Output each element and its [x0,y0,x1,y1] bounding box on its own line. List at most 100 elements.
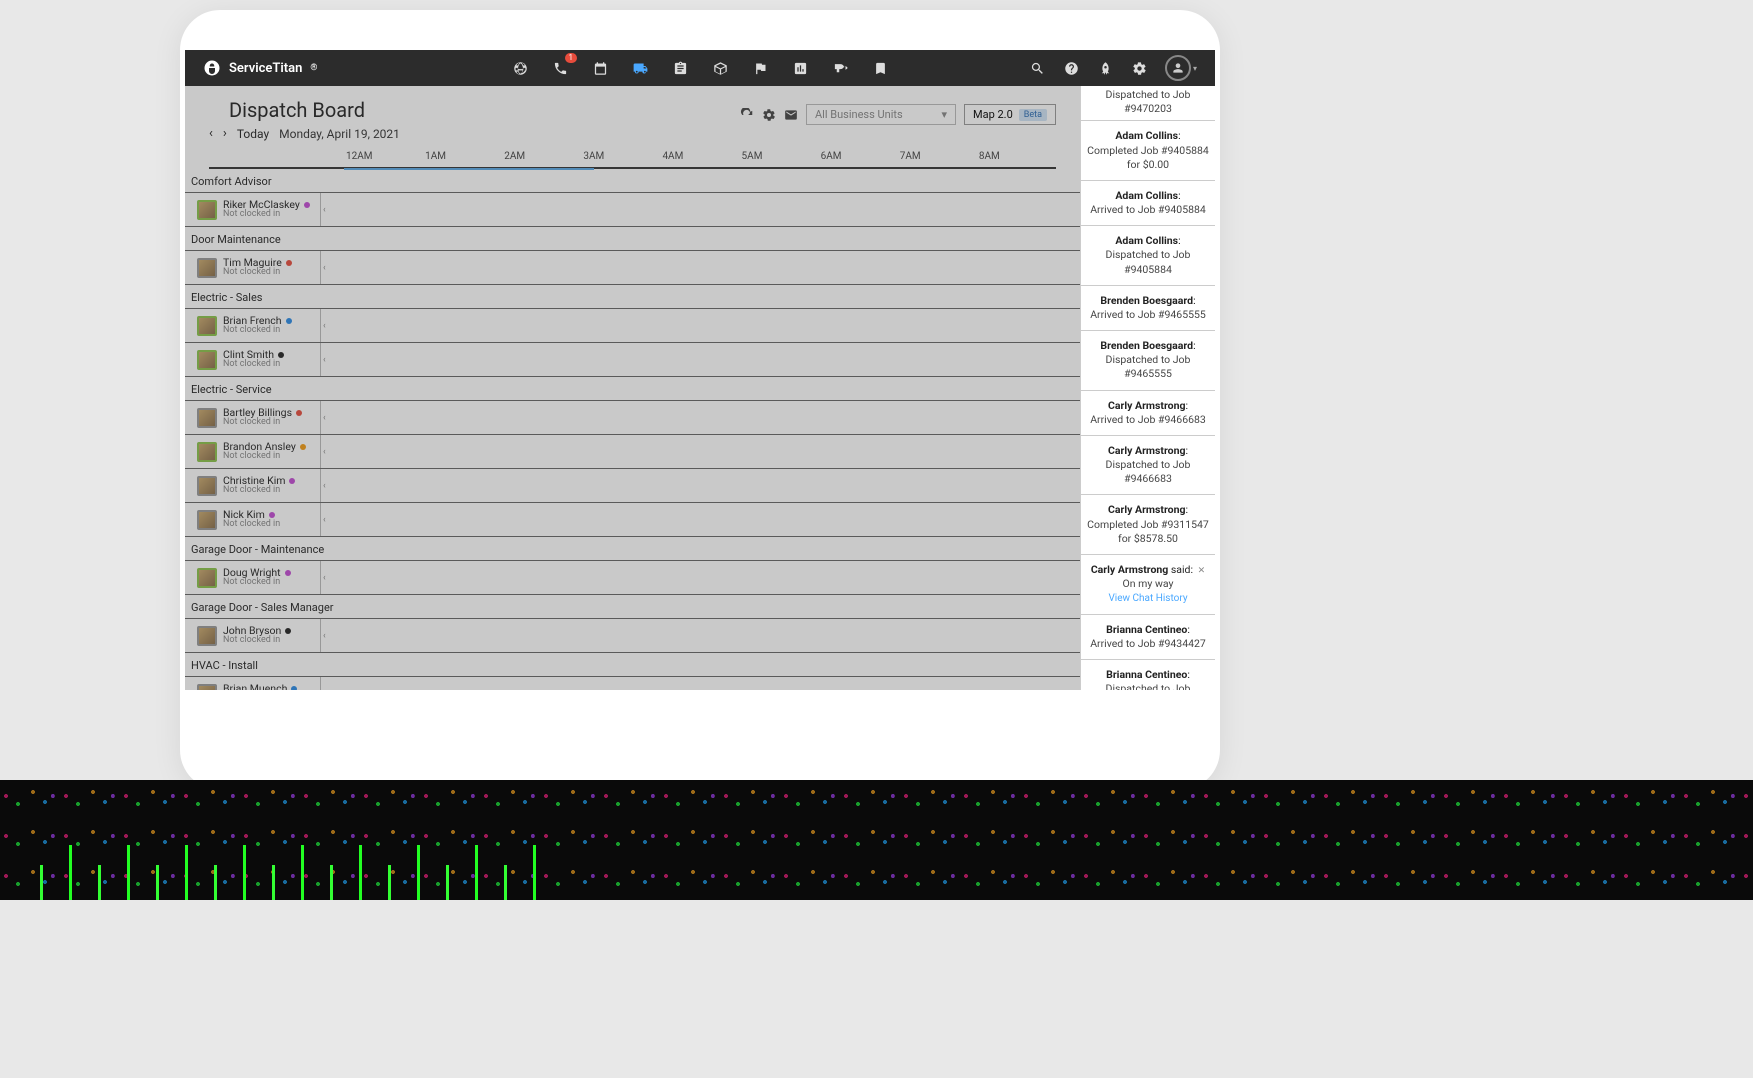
tech-row[interactable]: Christine Kim Not clocked in‹ [185,469,1080,503]
feed-item[interactable]: Carly Armstrong:Dispatched to Job #94666… [1081,436,1215,496]
bookmark-icon[interactable] [871,59,889,77]
feed-item[interactable]: Brianna Centineo:Arrived to Job #9434427 [1081,615,1215,660]
gear-icon[interactable] [1131,59,1149,77]
brand-text: ServiceTitan [229,61,302,76]
map-button[interactable]: Map 2.0 Beta [964,104,1056,125]
group-header[interactable]: Door Maintenance [185,227,1080,251]
help-icon[interactable] [1063,59,1081,77]
tech-photo [197,568,217,588]
app-screen: ServiceTitan® 1 ▾ Dispatch Board ‹ › Tod… [185,50,1215,690]
beta-tag: Beta [1019,109,1047,121]
group-header[interactable]: Electric - Sales [185,285,1080,309]
avatar-button[interactable] [1165,55,1191,81]
group-header[interactable]: Electric - Service [185,377,1080,401]
phone-icon[interactable]: 1 [551,59,569,77]
ruler-tick: 6AM [819,151,898,167]
feed-item[interactable]: Carly Armstrong:Completed Job #9311547 f… [1081,495,1215,555]
topbar-right: ▾ [1029,55,1197,81]
feed-item[interactable]: Dispatched to Job #9470203 [1081,86,1215,121]
collapse-handle[interactable]: ‹ [323,205,326,215]
group-header[interactable]: Garage Door - Sales Manager [185,595,1080,619]
search-icon[interactable] [1029,59,1047,77]
collapse-handle[interactable]: ‹ [323,573,326,583]
feed-item[interactable]: Carly Armstrong:Arrived to Job #9466683 [1081,391,1215,436]
ruler-tick: 12AM [344,151,423,167]
tech-photo [197,442,217,462]
collapse-handle[interactable]: ‹ [323,321,326,331]
tech-track[interactable]: ‹ [320,677,1080,690]
chevron-down-icon[interactable]: ▾ [1193,64,1197,73]
box-icon[interactable] [711,59,729,77]
collapse-handle[interactable]: ‹ [323,515,326,525]
today-button[interactable]: Today [237,127,269,141]
tech-track[interactable]: ‹ [320,619,1080,652]
date-display: Monday, April 19, 2021 [279,127,400,141]
tech-track[interactable]: ‹ [320,469,1080,502]
next-day-button[interactable]: › [223,126,227,141]
tech-row[interactable]: Nick Kim Not clocked in‹ [185,503,1080,537]
collapse-handle[interactable]: ‹ [323,689,326,691]
collapse-handle[interactable]: ‹ [323,413,326,423]
tech-status: Not clocked in [223,268,292,278]
tech-row[interactable]: Brandon Ansley Not clocked in‹ [185,435,1080,469]
feed-item[interactable]: Carly Armstrong said: ✕On my wayView Cha… [1081,555,1215,615]
collapse-handle[interactable]: ‹ [323,263,326,273]
board-header: Dispatch Board ‹ › Today Monday, April 1… [185,86,1080,169]
tech-row[interactable]: John Bryson Not clocked in‹ [185,619,1080,653]
tech-track[interactable]: ‹ [320,435,1080,468]
tech-track[interactable]: ‹ [320,251,1080,284]
phone-badge: 1 [565,53,578,63]
tech-row[interactable]: Brian French Not clocked in‹ [185,309,1080,343]
tech-status: Not clocked in [223,578,291,588]
tech-row[interactable]: Tim Maguire Not clocked in‹ [185,251,1080,285]
collapse-handle[interactable]: ‹ [323,447,326,457]
group-header[interactable]: HVAC - Install [185,653,1080,677]
prev-day-button[interactable]: ‹ [209,126,213,141]
tech-row[interactable]: Riker McClaskey Not clocked in‹ [185,193,1080,227]
feed-item[interactable]: Adam Collins:Arrived to Job #9405884 [1081,181,1215,226]
tech-track[interactable]: ‹ [320,309,1080,342]
megaphone-icon[interactable] [831,59,849,77]
tech-track[interactable]: ‹ [320,561,1080,594]
decorative-strip [0,780,1753,900]
mail-icon[interactable] [784,108,798,122]
tech-row[interactable]: Bartley Billings Not clocked in‹ [185,401,1080,435]
business-unit-select[interactable]: All Business Units▾ [806,104,956,125]
flag-icon[interactable] [751,59,769,77]
ruler-tick: 2AM [502,151,581,167]
truck-icon[interactable] [631,59,649,77]
tech-track[interactable]: ‹ [320,401,1080,434]
collapse-handle[interactable]: ‹ [323,481,326,491]
chart-icon[interactable] [791,59,809,77]
group-header[interactable]: Garage Door - Maintenance [185,537,1080,561]
feed-item[interactable]: Brianna Centineo:Dispatched to Job #9434… [1081,660,1215,690]
tech-row[interactable]: Brian Muench Not clocked in‹ [185,677,1080,690]
tech-row[interactable]: Doug Wright Not clocked in‹ [185,561,1080,595]
calendar-icon[interactable] [591,59,609,77]
globe-icon[interactable] [511,59,529,77]
tech-row[interactable]: Clint Smith Not clocked in‹ [185,343,1080,377]
feed-item[interactable]: Brenden Boesgaard:Dispatched to Job #946… [1081,331,1215,391]
tech-photo [197,200,217,220]
rocket-icon[interactable] [1097,59,1115,77]
clipboard-icon[interactable] [671,59,689,77]
tech-track[interactable]: ‹ [320,193,1080,226]
feed-item[interactable]: Adam Collins:Dispatched to Job #9405884 [1081,226,1215,286]
tech-photo [197,476,217,496]
tech-track[interactable]: ‹ [320,343,1080,376]
topbar: ServiceTitan® 1 ▾ [185,50,1215,86]
feed-item[interactable]: Adam Collins:Completed Job #9405884 for … [1081,121,1215,181]
settings-icon[interactable] [762,108,776,122]
activity-feed[interactable]: Dispatched to Job #9470203Adam Collins:C… [1080,86,1215,690]
gantt-body[interactable]: Comfort AdvisorRiker McClaskey Not clock… [185,169,1080,690]
group-header[interactable]: Comfort Advisor [185,169,1080,193]
tech-photo [197,350,217,370]
tech-track[interactable]: ‹ [320,503,1080,536]
collapse-handle[interactable]: ‹ [323,631,326,641]
brand[interactable]: ServiceTitan® [203,59,317,77]
refresh-icon[interactable] [740,108,754,122]
chat-link[interactable]: View Chat History [1108,593,1187,604]
feed-item[interactable]: Brenden Boesgaard:Arrived to Job #946555… [1081,286,1215,331]
ruler-tick: 7AM [898,151,977,167]
collapse-handle[interactable]: ‹ [323,355,326,365]
